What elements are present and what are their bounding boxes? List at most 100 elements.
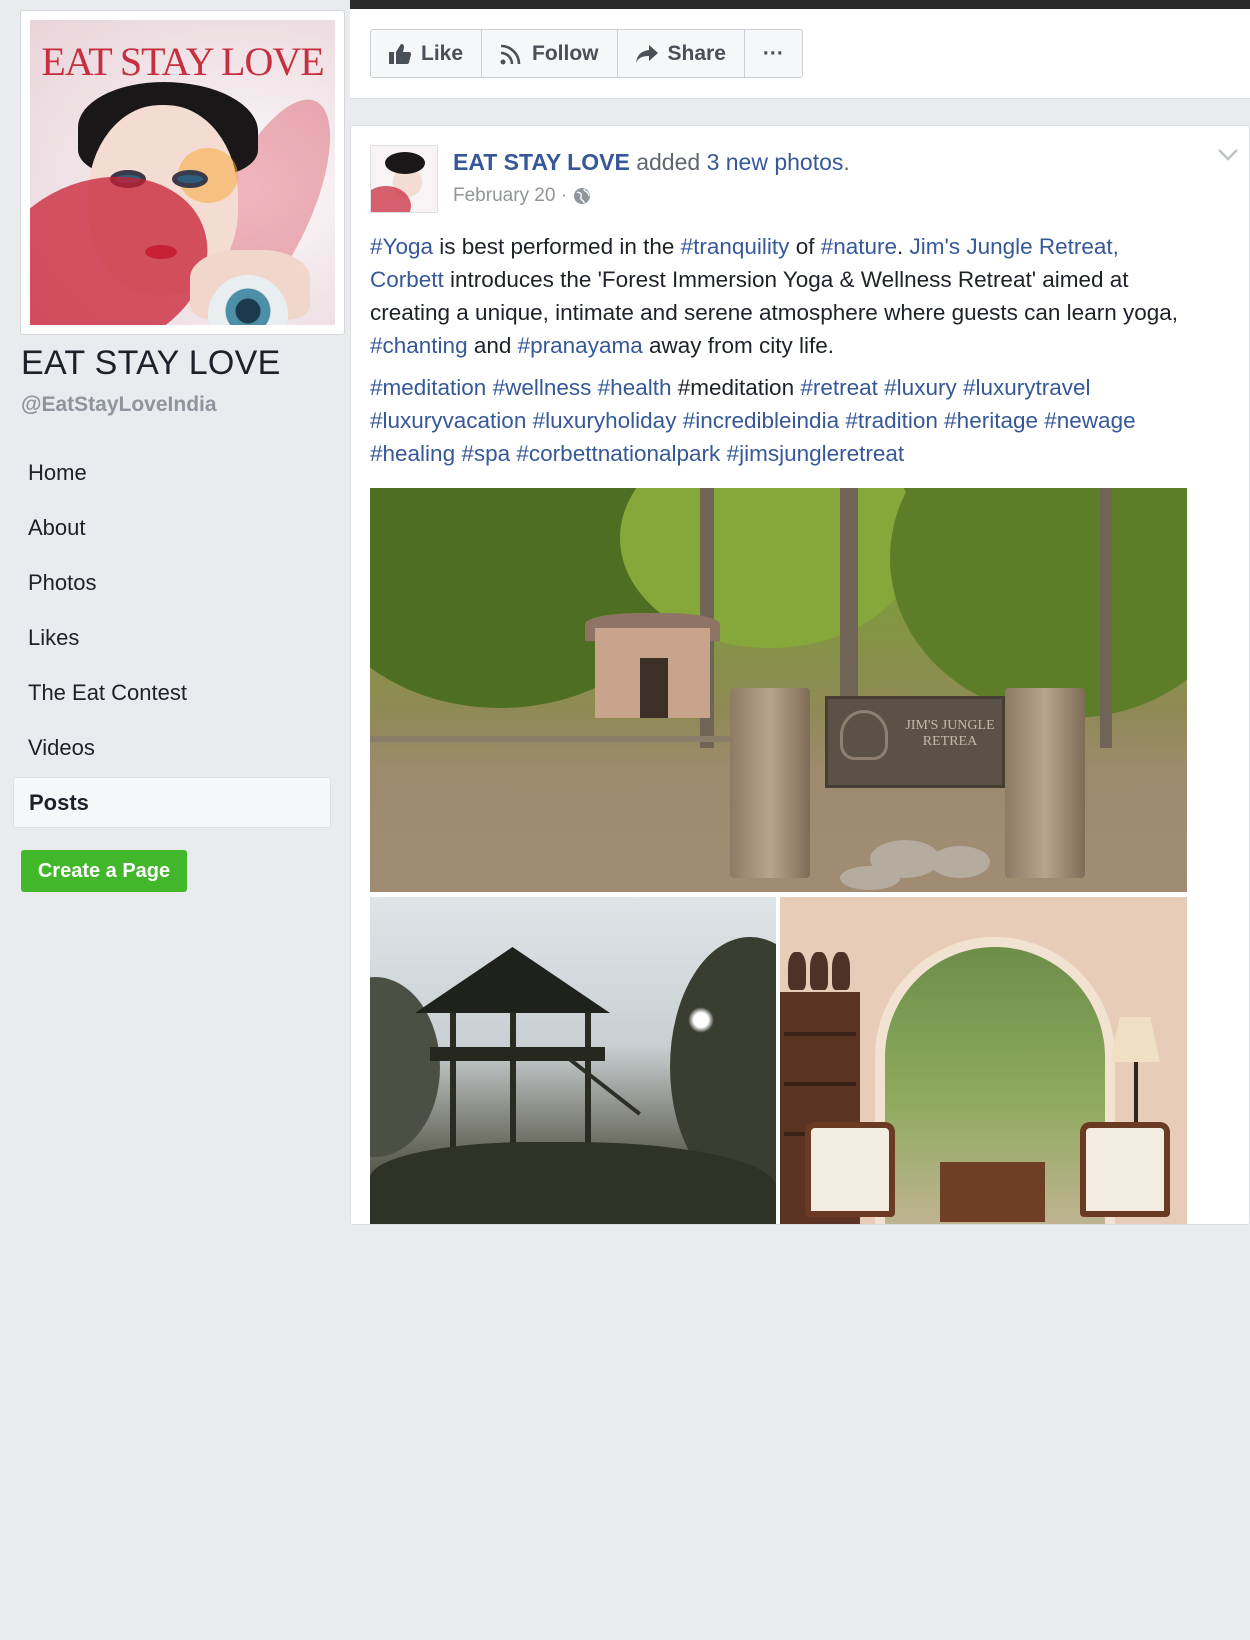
- hashtag-link[interactable]: #healing: [370, 441, 455, 466]
- post-text-segment: is best performed in the: [433, 234, 681, 259]
- globe-icon[interactable]: [573, 187, 591, 205]
- hashtag-link[interactable]: #spa: [461, 441, 510, 466]
- tree-trunk-shape: [840, 488, 858, 718]
- nav-item-posts[interactable]: Posts: [13, 777, 331, 828]
- avatar-hair-shape: [385, 152, 425, 174]
- hashtag-link[interactable]: #Yoga: [370, 234, 433, 259]
- hashtag-link[interactable]: #tranquility: [681, 234, 790, 259]
- photo-watch-tower[interactable]: [370, 897, 776, 1224]
- photo-jungle-retreat-sign[interactable]: JIM'S JUNGLE RETREA: [370, 488, 1187, 892]
- hashtag-link[interactable]: #newage: [1044, 408, 1135, 433]
- sun-glare-shape: [688, 1007, 714, 1033]
- hashtag-link[interactable]: #corbettnationalpark: [516, 441, 720, 466]
- shelf-shape: [784, 1032, 856, 1036]
- tree-trunk-shape: [1100, 488, 1112, 748]
- tower-roof-shape: [415, 947, 610, 1013]
- thumbs-up-icon: [389, 43, 411, 64]
- hashtag-link[interactable]: #chanting: [370, 333, 468, 358]
- wooden-post-shape: [1005, 688, 1085, 878]
- tower-leg-shape: [450, 1012, 456, 1152]
- like-label: Like: [421, 41, 464, 65]
- post-header: EAT STAY LOVE added 3 new photos.: [453, 149, 850, 176]
- post-body-text: #Yoga is best performed in the #tranquil…: [370, 230, 1190, 362]
- follow-button[interactable]: Follow: [482, 30, 618, 77]
- hashtag-link[interactable]: #heritage: [944, 408, 1038, 433]
- hashtag-link[interactable]: #wellness: [493, 375, 592, 400]
- post-date[interactable]: February 20: [453, 185, 555, 207]
- rock-shape: [840, 866, 900, 890]
- nav-item-likes[interactable]: Likes: [13, 610, 331, 665]
- eye-shape: [172, 170, 208, 188]
- tower-leg-shape: [510, 1012, 516, 1152]
- nav-item-home[interactable]: Home: [13, 445, 331, 500]
- chair-shape: [1080, 1122, 1170, 1217]
- share-label: Share: [667, 41, 726, 65]
- page-handle[interactable]: @EatStayLoveIndia: [21, 393, 217, 417]
- vase-shape: [788, 952, 806, 990]
- nav-item-photos[interactable]: Photos: [13, 555, 331, 610]
- hashtag-link[interactable]: #luxuryvacation: [370, 408, 526, 433]
- post-text-segment: .: [897, 234, 910, 259]
- share-button[interactable]: Share: [618, 30, 745, 77]
- meta-separator: ·: [560, 185, 568, 206]
- share-arrow-icon: [635, 44, 658, 63]
- hashtag-link[interactable]: #incredibleindia: [683, 408, 839, 433]
- page-name[interactable]: EAT STAY LOVE: [21, 344, 281, 383]
- page-action-bar: Like Follow Share ···: [350, 9, 1250, 99]
- vase-shape: [810, 952, 828, 990]
- sign-text: JIM'S JUNGLE RETREA: [905, 718, 995, 749]
- more-options-button[interactable]: ···: [745, 30, 802, 77]
- photo-veranda-interior[interactable]: [780, 897, 1187, 1224]
- post-author-name[interactable]: EAT STAY LOVE: [453, 149, 630, 175]
- create-page-button[interactable]: Create a Page: [21, 850, 187, 892]
- post-text-segment: and: [467, 333, 518, 358]
- magazine-cover-title: EAT STAY LOVE: [41, 39, 324, 84]
- avatar-silk-shape: [371, 186, 411, 212]
- hashtag-link[interactable]: #luxurytravel: [963, 375, 1091, 400]
- wooden-post-shape: [730, 688, 810, 878]
- hashtag-link[interactable]: #meditation: [370, 375, 486, 400]
- profile-picture-frame[interactable]: EAT STAY LOVE: [20, 10, 345, 335]
- hut-door-shape: [640, 658, 668, 718]
- action-button-group: Like Follow Share ···: [370, 29, 803, 78]
- post-card: EAT STAY LOVE added 3 new photos. Februa…: [350, 125, 1250, 1225]
- ellipsis-icon: ···: [762, 41, 784, 65]
- post-text-segment: away from city life.: [642, 333, 835, 358]
- ground-shape: [370, 1142, 776, 1224]
- fence-rail-shape: [370, 736, 740, 742]
- nav-item-videos[interactable]: Videos: [13, 720, 331, 775]
- chevron-down-icon[interactable]: [1217, 148, 1239, 162]
- chair-shape: [805, 1122, 895, 1217]
- hashtag-plain: #meditation: [677, 375, 795, 400]
- hashtag-link[interactable]: #luxury: [884, 375, 957, 400]
- nav-item-eat-contest[interactable]: The Eat Contest: [13, 665, 331, 720]
- hashtag-link[interactable]: #retreat: [800, 375, 878, 400]
- profile-picture[interactable]: EAT STAY LOVE: [30, 20, 335, 325]
- post-hashtags: #meditation #wellness #health #meditatio…: [370, 371, 1190, 470]
- sign-flower-carving: [840, 710, 888, 760]
- nav-item-about[interactable]: About: [13, 500, 331, 555]
- table-shape: [940, 1162, 1045, 1222]
- post-text-segment: introduces the 'Forest Immersion Yoga & …: [370, 267, 1179, 325]
- post-meta: February 20 ·: [453, 185, 591, 207]
- hashtag-link[interactable]: #jimsjungleretreat: [727, 441, 905, 466]
- shelf-shape: [784, 1082, 856, 1086]
- like-button[interactable]: Like: [371, 30, 483, 77]
- page-nav: Home About Photos Likes The Eat Contest …: [13, 445, 331, 828]
- post-action-suffix: .: [843, 149, 850, 175]
- follow-label: Follow: [532, 41, 599, 65]
- post-photos-link[interactable]: 3 new photos: [707, 149, 844, 175]
- post-action-text: added 3 new photos.: [636, 149, 850, 175]
- cover-photo-edge: [350, 0, 1250, 9]
- post-author-avatar[interactable]: [370, 145, 438, 213]
- hashtag-link[interactable]: #tradition: [845, 408, 938, 433]
- hashtag-link[interactable]: #nature: [821, 234, 897, 259]
- rss-icon: [500, 44, 521, 64]
- hashtag-link[interactable]: #pranayama: [518, 333, 643, 358]
- lamp-shade-shape: [1110, 1017, 1160, 1062]
- hashtag-link[interactable]: #luxuryholiday: [533, 408, 677, 433]
- rock-shape: [930, 846, 990, 878]
- hashtag-link[interactable]: #health: [598, 375, 672, 400]
- tower-deck-shape: [430, 1047, 605, 1061]
- foliage-shape: [890, 488, 1187, 718]
